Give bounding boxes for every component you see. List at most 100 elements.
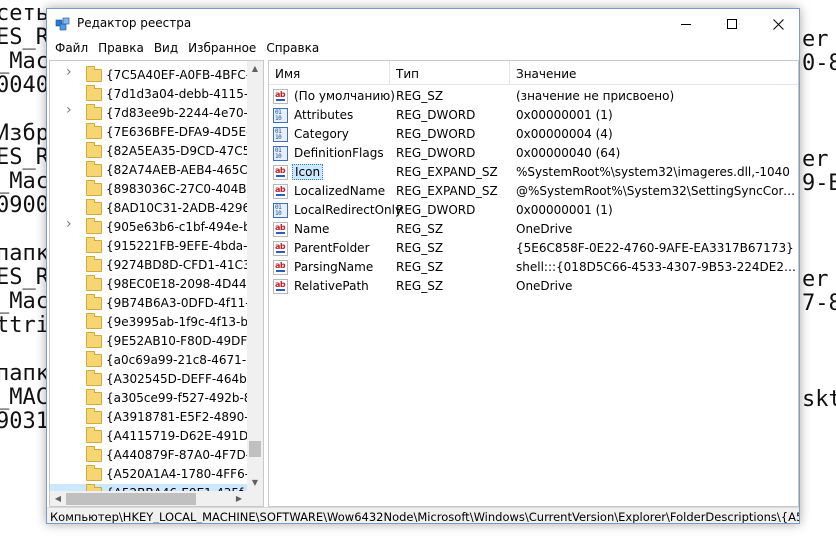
value-row[interactable]: ab ParsingName REG_SZ shell:::{018D5C66-453…: [269, 258, 798, 277]
value-row[interactable]: ab (По умолчанию) REG_SZ (значение не присв…: [269, 87, 798, 106]
value-name[interactable]: DefinitionFlags: [292, 146, 386, 160]
folder-icon: [86, 313, 102, 329]
tree-item[interactable]: {8AD10C31-2ADB-4296-A8: [50, 199, 263, 218]
tree-item[interactable]: {a305ce99-f527-492b-8b1a: [50, 389, 263, 408]
value-name[interactable]: ParentFolder: [292, 241, 372, 255]
value-row[interactable]: ab Name REG_SZ OneDrive: [269, 220, 798, 239]
title-bar[interactable]: Редактор реестра: [47, 9, 799, 39]
value-name[interactable]: RelativePath: [292, 279, 371, 293]
menu-help[interactable]: Справка: [258, 39, 319, 58]
tree-item[interactable]: {A440879F-87A0-4F7D-B70: [50, 446, 263, 465]
close-button[interactable]: [755, 9, 799, 39]
value-row[interactable]: ab ParentFolder REG_SZ {5E6C858F-0E22-4760-…: [269, 239, 798, 258]
key-tree-pane[interactable]: › {7C5A40EF-A0FB-4BFC-874 {7d1d3a04-debb-4…: [49, 60, 264, 507]
scroll-up-icon[interactable]: ▲: [247, 61, 263, 77]
tree-item-label: {7d83ee9b-2244-4e70-b1f5: [106, 106, 264, 120]
string-value-icon: ab: [273, 165, 288, 180]
value-type: REG_SZ: [396, 260, 444, 274]
expand-chevron-icon[interactable]: ›: [66, 65, 74, 79]
folder-icon: [86, 351, 102, 367]
tree-item-label: {A4115719-D62E-491D-AA7: [106, 429, 264, 443]
tree-item-label: {a305ce99-f527-492b-8b1a: [106, 391, 264, 405]
value-name[interactable]: Name: [292, 222, 331, 236]
expand-chevron-icon[interactable]: ›: [66, 103, 74, 117]
folder-icon: [86, 104, 102, 120]
tree-item-label: {A3918781-E5F2-4890-B3D: [106, 410, 264, 424]
maximize-button[interactable]: [709, 9, 755, 39]
tree-item-label: {a0c69a99-21c8-4671-8703: [106, 353, 264, 367]
value-name[interactable]: LocalizedName: [292, 184, 387, 198]
value-name[interactable]: Attributes: [292, 108, 355, 122]
tree-item-label: {7C5A40EF-A0FB-4BFC-874: [106, 68, 264, 82]
value-row[interactable]: 01 10 Category REG_DWORD 0x00000004 (4): [269, 125, 798, 144]
menu-favorites[interactable]: Избранное: [180, 39, 256, 58]
expand-chevron-icon[interactable]: ›: [66, 217, 74, 231]
tree-item[interactable]: {A3918781-E5F2-4890-B3D: [50, 408, 263, 427]
menu-view[interactable]: Вид: [146, 39, 178, 58]
value-row[interactable]: 01 10 Attributes REG_DWORD 0x00000001 (1): [269, 106, 798, 125]
minimize-button[interactable]: [663, 9, 709, 39]
value-row[interactable]: ab RelativePath REG_SZ OneDrive: [269, 277, 798, 296]
value-name[interactable]: LocalRedirectOnly: [292, 203, 404, 217]
tree-item[interactable]: {9e3995ab-1f9c-4f13-b827: [50, 313, 263, 332]
value-row[interactable]: 01 10 DefinitionFlags REG_DWORD 0x00000040 (…: [269, 144, 798, 163]
value-data: 0x00000001 (1): [516, 108, 613, 122]
scroll-left-icon[interactable]: ◀: [50, 491, 66, 506]
tree-item[interactable]: {A4115719-D62E-491D-AA7: [50, 427, 263, 446]
value-row[interactable]: ab Icon REG_EXPAND_SZ %SystemRoot%\system32…: [269, 163, 798, 182]
tree-item[interactable]: {A520A1A4-1780-4FF6-BD1: [50, 465, 263, 484]
tree-item[interactable]: › {7C5A40EF-A0FB-4BFC-874: [50, 65, 263, 85]
tree-vertical-scrollbar[interactable]: ▲ ▼: [247, 61, 263, 491]
folder-icon: [86, 427, 102, 443]
values-list-pane[interactable]: Имя Тип Значение ab (По умолчанию) REG_SZ(…: [268, 60, 799, 507]
tree-item[interactable]: {7d1d3a04-debb-4115-95cf: [50, 85, 263, 104]
value-data: (значение не присвоено): [516, 89, 675, 103]
column-header-name[interactable]: Имя: [269, 61, 390, 85]
tree-item[interactable]: {8983036C-27C0-404B-8F0: [50, 180, 263, 199]
value-name[interactable]: (По умолчанию): [292, 89, 397, 103]
folder-icon: [86, 218, 102, 234]
tree-item[interactable]: {9B74B6A3-0DFD-4f11-9E7: [50, 294, 263, 313]
list-header: Имя Тип Значение: [269, 61, 798, 85]
folder-icon: [86, 180, 102, 196]
menu-edit[interactable]: Правка: [90, 39, 144, 58]
tree-item[interactable]: › {905e63b6-c1bf-494e-b29c: [50, 217, 263, 237]
scroll-right-icon[interactable]: ▶: [231, 491, 247, 506]
registry-editor-window: Редактор реестра Файл Правка Вид Избранн…: [46, 8, 800, 524]
tree-item[interactable]: {a0c69a99-21c8-4671-8703: [50, 351, 263, 370]
tree-item[interactable]: {9274BD8D-CFD1-41C3-B3: [50, 256, 263, 275]
value-row[interactable]: 01 10 LocalRedirectOnly REG_DWORD 0x00000001…: [269, 201, 798, 220]
column-header-type[interactable]: Тип: [390, 61, 510, 85]
column-header-value[interactable]: Значение: [510, 61, 798, 85]
minimize-icon: [681, 23, 691, 25]
tree-item[interactable]: › {7d83ee9b-2244-4e70-b1f5: [50, 103, 263, 123]
scroll-down-icon[interactable]: ▼: [247, 475, 263, 491]
value-name[interactable]: Category: [292, 127, 351, 141]
tree-item[interactable]: {82A74AEB-AEB4-465C-A0: [50, 161, 263, 180]
value-name[interactable]: ParsingName: [292, 260, 375, 274]
value-name[interactable]: Icon: [292, 164, 324, 180]
value-data: 0x00000001 (1): [516, 203, 613, 217]
menu-bar: Файл Правка Вид Избранное Справка: [47, 39, 799, 58]
folder-icon: [86, 465, 102, 481]
tree-item-label: {82A74AEB-AEB4-465C-A0: [106, 163, 264, 177]
tree-item[interactable]: {82A5EA35-D9CD-47C5-962: [50, 142, 263, 161]
tree-item[interactable]: {98EC0E18-2098-4D44-864: [50, 275, 263, 294]
string-value-icon: ab: [273, 184, 288, 199]
tree-vertical-scroll-thumb[interactable]: [249, 441, 261, 457]
tree-horizontal-scrollbar[interactable]: ◀ ▶: [50, 491, 247, 506]
value-row[interactable]: ab LocalizedName REG_EXPAND_SZ @%SystemRoot…: [269, 182, 798, 201]
value-data: %SystemRoot%\system32\imageres.dll,-1040: [516, 165, 790, 179]
tree-item[interactable]: {9E52AB10-F80D-49DF-ACE: [50, 332, 263, 351]
value-data: shell:::{018D5C66-4533-4307-9B53-224DE2E…: [516, 260, 798, 274]
tree-horizontal-scroll-thumb[interactable]: [66, 493, 196, 505]
folder-icon: [86, 142, 102, 158]
tree-item-label: {82A5EA35-D9CD-47C5-962: [106, 144, 264, 158]
tree-item[interactable]: {7E636BFE-DFA9-4D5E-B45: [50, 123, 263, 142]
maximize-icon: [727, 19, 737, 29]
tree-item[interactable]: {A302545D-DEFF-464b-ABE: [50, 370, 263, 389]
dword-value-icon: 01 10: [273, 127, 288, 142]
menu-file[interactable]: Файл: [47, 39, 88, 58]
tree-item-label: {9274BD8D-CFD1-41C3-B3: [106, 258, 264, 272]
tree-item[interactable]: {915221FB-9EFE-4bda-8FD: [50, 237, 263, 256]
